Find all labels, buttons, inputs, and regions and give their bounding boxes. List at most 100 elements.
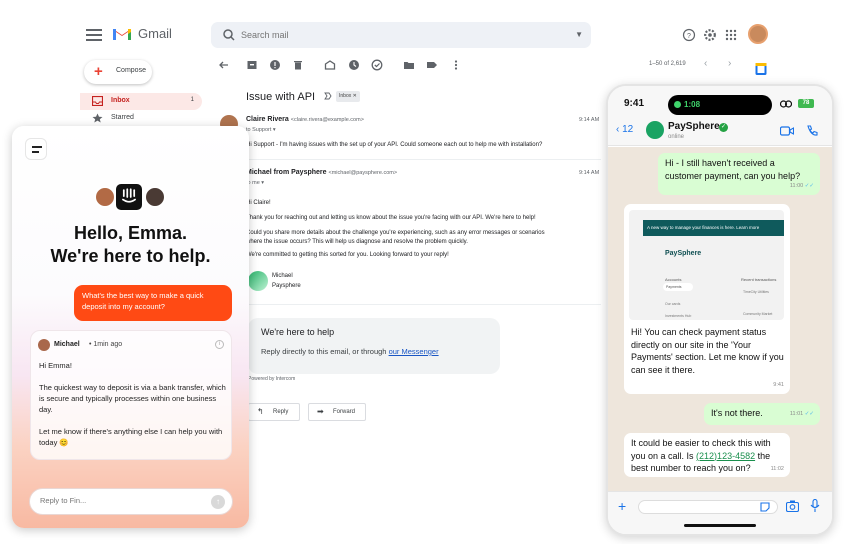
message-paragraph: We're committed to getting this sorted f… xyxy=(246,252,449,258)
reply-input[interactable] xyxy=(40,496,200,505)
mark-unread-icon[interactable] xyxy=(324,59,336,71)
inbox-icon xyxy=(92,96,103,106)
back-arrow-icon[interactable] xyxy=(218,59,230,71)
move-to-icon[interactable] xyxy=(403,59,415,71)
contact-avatar[interactable] xyxy=(646,121,664,139)
message-divider xyxy=(246,304,601,305)
call-indicator-icon xyxy=(674,101,681,108)
home-indicator xyxy=(684,524,756,527)
call-duration: 1:08 xyxy=(684,100,701,109)
search-input[interactable] xyxy=(241,26,541,44)
recipient-line[interactable]: to Support ▾ xyxy=(246,127,276,133)
reply-button[interactable]: ↰ Reply xyxy=(248,403,300,421)
compose-button[interactable]: + Compose xyxy=(84,60,152,84)
message-input[interactable] xyxy=(638,500,778,514)
agent-message-card: Michael • 1min ago i Hi Emma! The quicke… xyxy=(30,330,232,460)
message-divider xyxy=(246,159,601,160)
outgoing-message: Hi - I still haven't received a customer… xyxy=(658,153,820,195)
pagination-count: 1–50 of 2,619 xyxy=(649,61,686,67)
delete-icon[interactable] xyxy=(292,59,304,71)
read-ticks-icon: ✓✓ xyxy=(804,410,814,417)
message-time: 11:02 xyxy=(770,465,784,472)
help-card-title: We're here to help xyxy=(261,327,335,337)
help-card: We're here to help Reply directly to thi… xyxy=(248,318,500,374)
back-count: 12 xyxy=(622,124,634,135)
verified-check-icon: ✓ xyxy=(719,123,728,132)
message-time: 9:41 xyxy=(773,381,784,388)
settings-gear-icon[interactable] xyxy=(703,28,717,42)
incoming-message-text: Hi! You can check payment status directl… xyxy=(631,327,784,375)
newer-chevron-icon[interactable]: ‹ xyxy=(704,58,707,69)
reply-label: Reply xyxy=(273,409,289,415)
forward-label: Forward xyxy=(333,409,356,415)
attach-plus-icon[interactable]: + xyxy=(618,498,626,514)
more-options-icon[interactable] xyxy=(450,59,462,71)
team-avatars xyxy=(94,182,174,212)
sidebar-item-label: Inbox xyxy=(111,97,130,104)
outgoing-message: It's not there. 11:01 ✓✓ xyxy=(704,403,820,425)
shot-item: Investments Hub xyxy=(665,314,692,318)
info-icon[interactable]: i xyxy=(215,340,224,349)
compose-label: Compose xyxy=(116,67,146,74)
label-icon[interactable] xyxy=(426,59,438,71)
incoming-message: It could be easier to check this with yo… xyxy=(624,433,790,477)
account-avatar[interactable] xyxy=(748,24,768,44)
archive-icon[interactable] xyxy=(246,59,258,71)
important-marker-icon[interactable] xyxy=(324,92,332,100)
team-avatar xyxy=(94,186,116,208)
gmail-header: Gmail ▼ ? xyxy=(78,14,778,58)
apps-grid-icon[interactable] xyxy=(724,28,738,42)
older-chevron-icon[interactable]: › xyxy=(728,58,731,69)
send-arrow-icon[interactable]: ↑ xyxy=(211,495,225,509)
inbox-label-badge[interactable]: Inbox ✕ xyxy=(336,91,360,102)
agent-timestamp: • 1min ago xyxy=(89,341,123,348)
calendar-icon[interactable] xyxy=(755,62,767,76)
incoming-message-with-image: A new way to manage your finances is her… xyxy=(624,204,790,394)
gmail-brand: Gmail xyxy=(138,26,172,41)
message-body: Hi Support - I'm having issues with the … xyxy=(246,142,543,148)
messenger-menu-icon[interactable] xyxy=(25,138,47,160)
help-icon[interactable]: ? xyxy=(682,28,696,42)
report-spam-icon[interactable] xyxy=(269,59,281,71)
intercom-messenger: Hello, Emma. We're here to help. What's t… xyxy=(12,126,249,528)
screenshot-stage: Gmail ▼ ? + Compose Inbox 1 Starred xyxy=(0,0,844,544)
chat-header: ‹ 12 PaySphere ✓ online xyxy=(608,120,832,146)
search-options-icon[interactable]: ▼ xyxy=(575,30,583,39)
back-button[interactable]: ‹ 12 xyxy=(616,124,633,135)
sidebar-item-label: Starred xyxy=(111,114,134,121)
messenger-link[interactable]: our Messenger xyxy=(389,347,439,356)
phone-call-icon[interactable] xyxy=(806,125,818,137)
payment-page-screenshot[interactable]: A new way to manage your finances is her… xyxy=(629,210,784,320)
paysphere-logo-icon xyxy=(248,271,268,291)
user-message-bubble: What's the best way to make a quick depo… xyxy=(74,285,232,321)
camera-icon[interactable] xyxy=(786,500,799,512)
search-icon[interactable] xyxy=(221,27,237,43)
message-time: 9:14 AM xyxy=(579,170,600,176)
add-task-icon[interactable] xyxy=(371,59,383,71)
sticker-icon[interactable] xyxy=(760,502,770,512)
gmail-logo-icon[interactable] xyxy=(112,26,132,41)
message-time: 11:01 ✓✓ xyxy=(789,410,814,417)
chat-input-bar: + xyxy=(608,491,832,534)
sender-email: <michael@paysphere.com> xyxy=(328,170,398,176)
message-time: 9:14 AM xyxy=(579,117,600,123)
forward-button[interactable]: ➡ Forward xyxy=(308,403,366,421)
sender-name: Claire Rivera <claire.rivera@example.com… xyxy=(246,116,364,123)
status-clock: 9:41 xyxy=(624,98,645,109)
search-bar[interactable]: ▼ xyxy=(211,22,591,48)
star-icon xyxy=(92,113,103,123)
sidebar-item-inbox[interactable]: Inbox 1 xyxy=(80,93,202,110)
shot-banner: A new way to manage your finances is her… xyxy=(643,220,784,236)
shot-item: Community Market xyxy=(743,312,773,316)
help-card-text: Reply directly to this email, or through… xyxy=(261,347,439,356)
snooze-clock-icon[interactable] xyxy=(348,59,360,71)
main-menu-icon[interactable] xyxy=(86,27,102,43)
svg-text:?: ? xyxy=(687,33,691,40)
microphone-icon[interactable] xyxy=(810,499,820,513)
phone-number-link[interactable]: (212)123-4582 xyxy=(696,451,755,461)
link-status-icon xyxy=(780,100,792,108)
sidebar-item-starred[interactable]: Starred xyxy=(80,110,202,127)
contact-name[interactable]: PaySphere xyxy=(668,121,720,132)
video-call-icon[interactable] xyxy=(780,126,794,136)
reply-composer[interactable]: ↑ xyxy=(29,488,233,515)
